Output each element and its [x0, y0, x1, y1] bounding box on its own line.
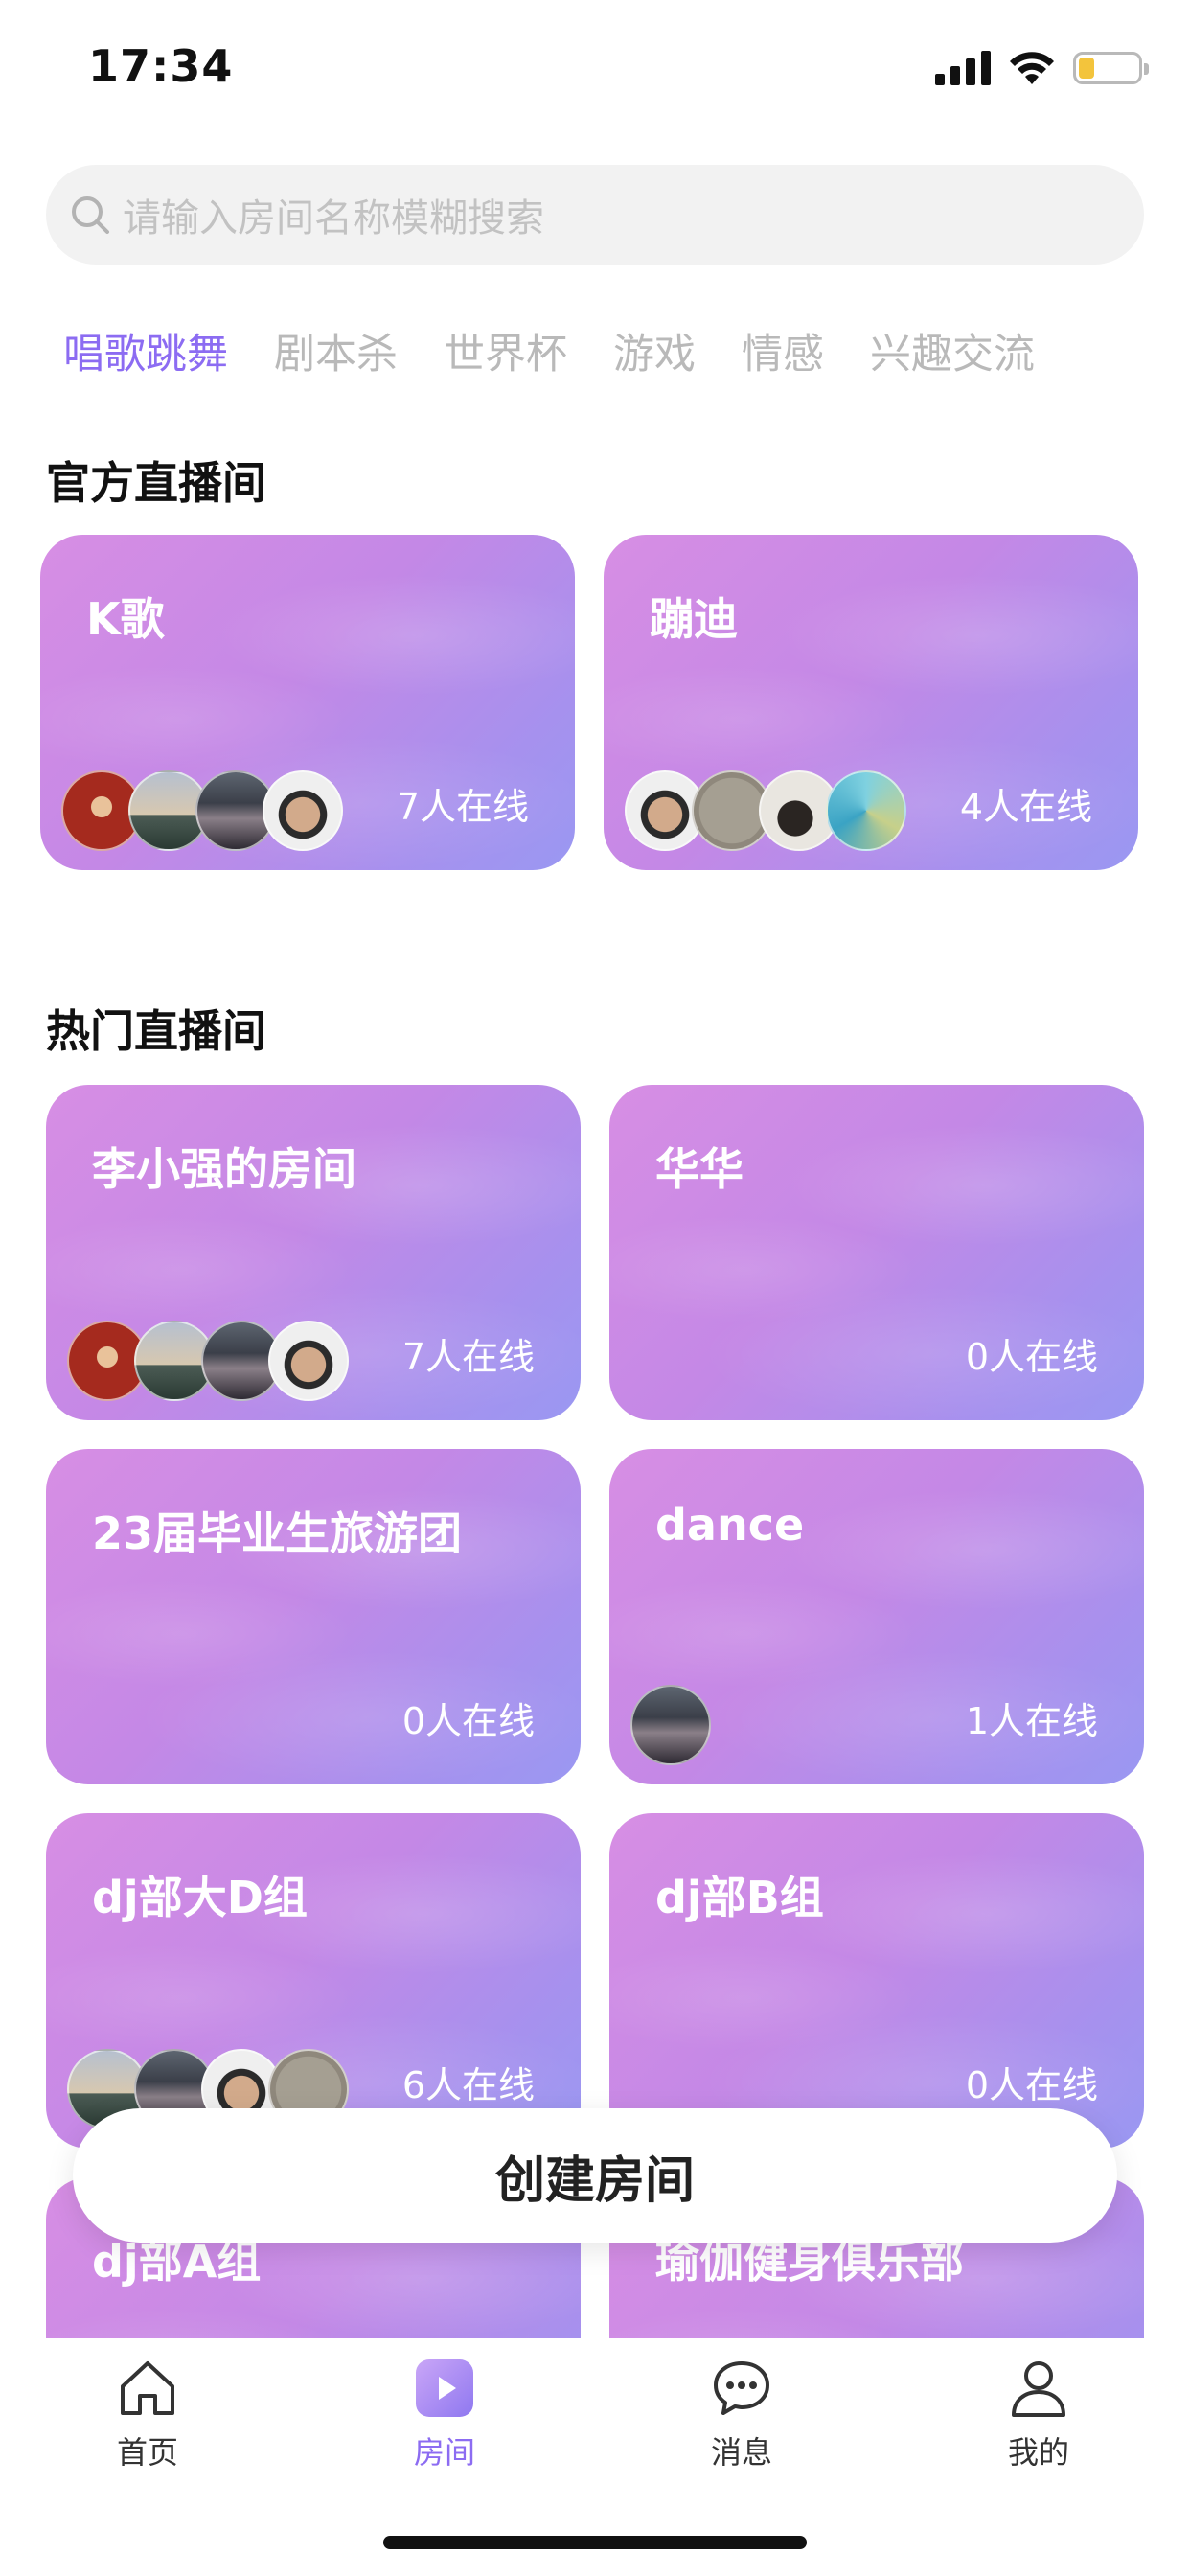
- home-indicator[interactable]: [383, 2536, 807, 2549]
- room-name: 华华: [655, 1143, 744, 1195]
- online-count: 0人在线: [401, 1700, 535, 1742]
- wifi-icon: [1010, 52, 1054, 84]
- hot-section-title: 热门直播间: [46, 1005, 266, 1057]
- tabbar-item-profile[interactable]: 我的: [943, 2358, 1134, 2472]
- room-avatars: [630, 1685, 711, 1765]
- tab-games[interactable]: 游戏: [613, 321, 696, 380]
- search-input[interactable]: 请输入房间名称模糊搜索: [46, 165, 1144, 264]
- signal-icon: [935, 51, 991, 85]
- tabbar-item-home[interactable]: 首页: [52, 2358, 243, 2472]
- tab-sing-dance[interactable]: 唱歌跳舞: [63, 321, 228, 380]
- tab-interests[interactable]: 兴趣交流: [870, 321, 1035, 380]
- tabbar-label: 消息: [710, 2434, 772, 2471]
- room-card[interactable]: 23届毕业生旅游团 0人在线: [46, 1449, 581, 1784]
- room-name: 李小强的房间: [92, 1143, 356, 1195]
- online-count: 4人在线: [959, 786, 1092, 828]
- online-count: 7人在线: [396, 786, 529, 828]
- room-card[interactable]: 华华 0人在线: [609, 1085, 1144, 1420]
- tab-script-murder[interactable]: 剧本杀: [274, 321, 398, 380]
- room-name: 蹦迪: [650, 593, 738, 645]
- online-count: 0人在线: [965, 2064, 1098, 2106]
- room-avatars: [67, 1321, 349, 1401]
- battery-icon: [1073, 52, 1149, 84]
- room-name: K歌: [86, 593, 165, 645]
- status-bar: 17:34: [0, 0, 1190, 144]
- online-count: 1人在线: [965, 1700, 1098, 1742]
- status-time: 17:34: [88, 40, 234, 92]
- room-card[interactable]: dj部大D组 6人在线: [46, 1813, 581, 2149]
- profile-icon: [1012, 2361, 1065, 2417]
- avatar: [630, 1685, 711, 1765]
- room-card[interactable]: 李小强的房间 7人在线: [46, 1085, 581, 1420]
- room-name: dj部大D组: [92, 1872, 308, 1923]
- avatar: [263, 770, 343, 851]
- room-card[interactable]: dance 1人在线: [609, 1449, 1144, 1784]
- tabbar-item-messages[interactable]: 消息: [646, 2358, 837, 2472]
- message-icon: [714, 2361, 769, 2415]
- category-tabs: 唱歌跳舞 剧本杀 世界杯 游戏 情感 兴趣交流: [63, 321, 1035, 380]
- tab-emotion[interactable]: 情感: [742, 321, 824, 380]
- play-icon: [416, 2359, 473, 2417]
- search-icon: [72, 196, 109, 234]
- tabbar-item-rooms[interactable]: 房间: [349, 2358, 540, 2472]
- official-section-title: 官方直播间: [46, 457, 266, 509]
- online-count: 6人在线: [401, 2064, 535, 2106]
- room-name: dj部B组: [655, 1872, 824, 1923]
- avatar: [268, 1321, 349, 1401]
- tabbar-label: 房间: [413, 2434, 475, 2471]
- room-avatars: [61, 770, 343, 851]
- room-card[interactable]: dj部B组 0人在线: [609, 1813, 1144, 2149]
- room-name: dance: [655, 1499, 805, 1551]
- home-icon: [121, 2361, 174, 2415]
- room-card[interactable]: K歌 7人在线: [40, 535, 575, 870]
- room-avatars: [625, 770, 906, 851]
- online-count: 7人在线: [401, 1336, 535, 1378]
- room-card[interactable]: 蹦迪 4人在线: [604, 535, 1138, 870]
- avatar: [826, 770, 906, 851]
- tab-world-cup[interactable]: 世界杯: [444, 321, 567, 380]
- online-count: 0人在线: [965, 1336, 1098, 1378]
- room-name: 23届毕业生旅游团: [92, 1507, 463, 1559]
- status-icons: [935, 50, 1149, 86]
- tabbar-label: 首页: [116, 2434, 178, 2471]
- search-placeholder: 请输入房间名称模糊搜索: [123, 196, 544, 241]
- create-room-button[interactable]: 创建房间: [73, 2108, 1117, 2242]
- tabbar-label: 我的: [1007, 2434, 1069, 2471]
